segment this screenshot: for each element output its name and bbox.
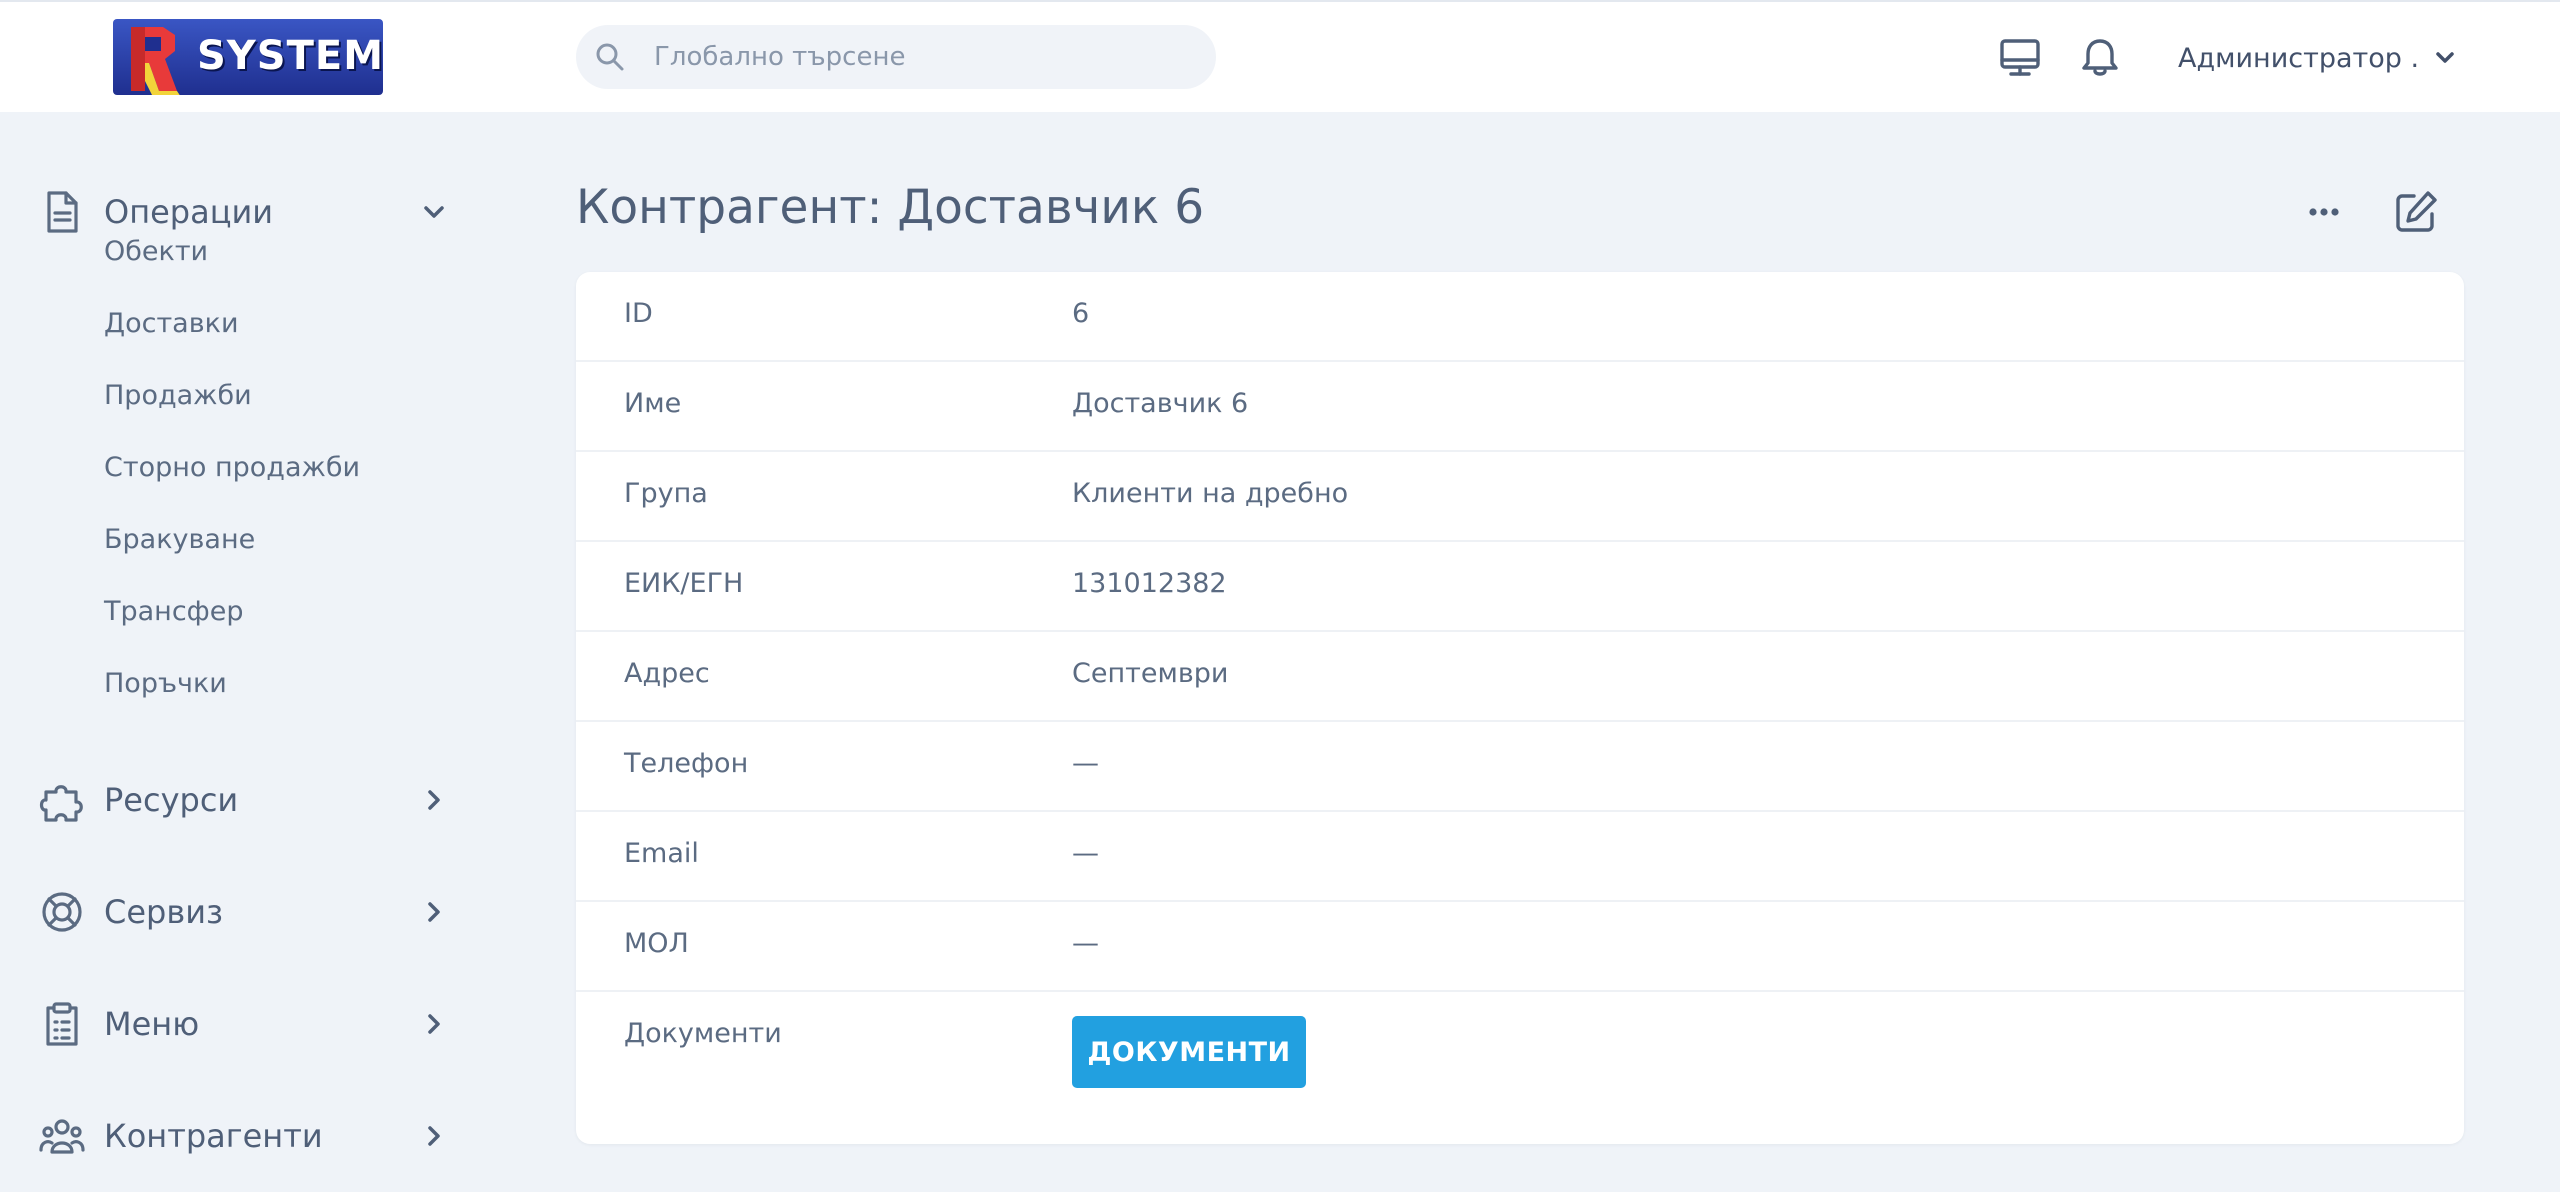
chevron-right-icon	[428, 1014, 440, 1034]
detail-row-email: Email —	[576, 812, 2464, 902]
app-logo[interactable]: SYSTEM	[113, 19, 383, 95]
details-card: ID 6 Име Доставчик 6 Група Клиенти на др…	[576, 272, 2464, 1144]
sidebar-group-label: Контрагенти	[104, 1117, 323, 1155]
field-label: ЕИК/ЕГН	[624, 568, 744, 599]
chevron-down-icon	[424, 206, 444, 218]
document-icon	[47, 191, 78, 233]
detail-row-group: Група Клиенти на дребно	[576, 452, 2464, 542]
field-label: Документи	[624, 1018, 782, 1049]
more-horizontal-icon[interactable]	[2300, 188, 2348, 236]
lifebuoy-icon	[42, 892, 82, 932]
chevron-right-icon	[428, 1126, 440, 1146]
sidebar-group-menu[interactable]: Меню	[38, 996, 448, 1052]
search-icon	[596, 43, 624, 71]
top-bar: SYSTEM Администратор .	[0, 0, 2560, 112]
field-label: Email	[624, 838, 699, 869]
field-label: Група	[624, 478, 708, 509]
users-icon	[39, 1119, 85, 1154]
sidebar-group-label: Меню	[104, 1005, 200, 1043]
global-search[interactable]	[576, 25, 1216, 89]
sidebar-item-objects[interactable]: Обекти	[104, 236, 208, 276]
field-label: ID	[624, 298, 653, 329]
detail-row-id: ID 6	[576, 272, 2464, 362]
user-menu[interactable]: Администратор .	[2178, 36, 2457, 80]
user-name: Администратор .	[2178, 42, 2420, 74]
search-input[interactable]	[654, 25, 1194, 89]
detail-row-mol: МОЛ —	[576, 902, 2464, 992]
field-label: Адрес	[624, 658, 710, 689]
sidebar-item-storno-sales[interactable]: Сторно продажби	[104, 452, 360, 492]
detail-row-address: Адрес Септември	[576, 632, 2464, 722]
logo-r-mark	[131, 27, 180, 95]
field-value: —	[1072, 748, 1099, 779]
sidebar-group-operations[interactable]: Операции	[38, 184, 448, 240]
sidebar-item-deliveries[interactable]: Доставки	[104, 308, 239, 348]
detail-row-name: Име Доставчик 6	[576, 362, 2464, 452]
page-title: Контрагент: Доставчик 6	[576, 180, 1205, 235]
edit-icon[interactable]	[2392, 188, 2440, 236]
detail-row-documents: Документи ДОКУМЕНТИ	[576, 992, 2464, 1142]
sidebar-group-resources[interactable]: Ресурси	[38, 772, 448, 828]
detail-row-eik: ЕИК/ЕГН 131012382	[576, 542, 2464, 632]
sidebar-group-contractors[interactable]: Контрагенти	[38, 1108, 448, 1164]
field-value: 6	[1072, 298, 1090, 329]
logo-text: SYSTEM	[197, 33, 383, 79]
puzzle-icon	[39, 785, 83, 822]
bell-icon[interactable]	[2078, 36, 2122, 80]
field-value: 131012382	[1072, 568, 1227, 599]
sidebar-group-service[interactable]: Сервиз	[38, 884, 448, 940]
field-value: Доставчик 6	[1072, 388, 1249, 419]
field-value: Клиенти на дребно	[1072, 478, 1349, 509]
sidebar-group-label: Ресурси	[104, 781, 239, 819]
sidebar-group-label: Сервиз	[104, 893, 224, 931]
field-label: МОЛ	[624, 928, 689, 959]
sidebar-item-transfer[interactable]: Трансфер	[104, 596, 244, 636]
sidebar-item-sales[interactable]: Продажби	[104, 380, 252, 420]
field-label: Телефон	[624, 748, 749, 779]
sidebar-group-label: Операции	[104, 193, 274, 231]
clipboard-list-icon	[46, 1002, 78, 1046]
sidebar: Операции Обекти Доставки Продажби Сторно…	[0, 112, 480, 1192]
chevron-down-icon	[2436, 52, 2454, 63]
documents-button[interactable]: ДОКУМЕНТИ	[1072, 1016, 1306, 1088]
field-value: Септември	[1072, 658, 1229, 689]
chevron-right-icon	[428, 790, 440, 810]
field-value: —	[1072, 928, 1099, 959]
monitor-icon[interactable]	[1998, 36, 2042, 80]
chevron-right-icon	[428, 902, 440, 922]
field-value: —	[1072, 838, 1099, 869]
sidebar-item-scrapping[interactable]: Бракуване	[104, 524, 255, 564]
detail-row-phone: Телефон —	[576, 722, 2464, 812]
field-label: Име	[624, 388, 682, 419]
sidebar-item-orders[interactable]: Поръчки	[104, 668, 227, 708]
